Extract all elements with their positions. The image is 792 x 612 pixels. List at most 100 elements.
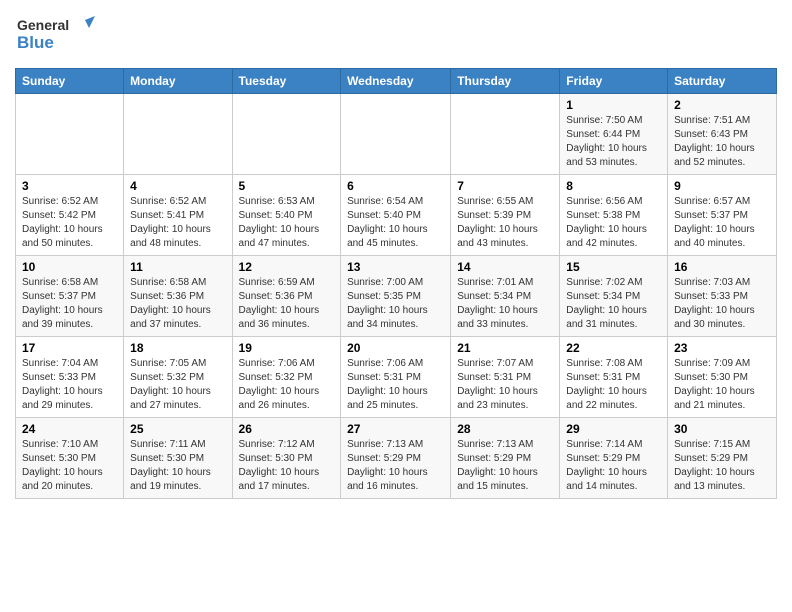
day-info: Sunrise: 7:01 AM Sunset: 5:34 PM Dayligh… — [457, 276, 553, 332]
day-number: 29 — [566, 422, 661, 436]
day-info: Sunrise: 6:55 AM Sunset: 5:39 PM Dayligh… — [457, 195, 553, 251]
calendar-cell: 17 Sunrise: 7:04 AM Sunset: 5:33 PM Dayli… — [16, 337, 124, 418]
calendar-cell: 7 Sunrise: 6:55 AM Sunset: 5:39 PM Daylig… — [451, 175, 560, 256]
logo-svg: General Blue — [15, 10, 95, 60]
day-number: 8 — [566, 179, 661, 193]
day-info: Sunrise: 7:12 AM Sunset: 5:30 PM Dayligh… — [239, 438, 335, 494]
day-number: 25 — [130, 422, 225, 436]
day-info: Sunrise: 6:52 AM Sunset: 5:41 PM Dayligh… — [130, 195, 225, 251]
calendar-cell: 14 Sunrise: 7:01 AM Sunset: 5:34 PM Dayli… — [451, 256, 560, 337]
calendar-cell: 25Sunrise: 7:11 AM Sunset: 5:30 PM Dayli… — [124, 418, 232, 499]
calendar-cell: 8 Sunrise: 6:56 AM Sunset: 5:38 PM Daylig… — [560, 175, 668, 256]
day-number: 20 — [347, 341, 444, 355]
day-info: Sunrise: 6:58 AM Sunset: 5:36 PM Dayligh… — [130, 276, 225, 332]
weekday-header: Thursday — [451, 69, 560, 94]
day-info: Sunrise: 7:02 AM Sunset: 5:34 PM Dayligh… — [566, 276, 661, 332]
day-number: 3 — [22, 179, 117, 193]
calendar-cell: 4 Sunrise: 6:52 AM Sunset: 5:41 PM Daylig… — [124, 175, 232, 256]
calendar-cell: 20Sunrise: 7:06 AM Sunset: 5:31 PM Dayli… — [341, 337, 451, 418]
day-number: 14 — [457, 260, 553, 274]
day-number: 17 — [22, 341, 117, 355]
day-info: Sunrise: 7:06 AM Sunset: 5:32 PM Dayligh… — [239, 357, 335, 413]
calendar-cell — [232, 94, 341, 175]
header: General Blue — [15, 10, 777, 60]
day-info: Sunrise: 7:13 AM Sunset: 5:29 PM Dayligh… — [347, 438, 444, 494]
calendar-week-row: 10 Sunrise: 6:58 AM Sunset: 5:37 PM Dayli… — [16, 256, 777, 337]
day-number: 11 — [130, 260, 225, 274]
day-info: Sunrise: 7:05 AM Sunset: 5:32 PM Dayligh… — [130, 357, 225, 413]
day-number: 18 — [130, 341, 225, 355]
calendar-cell: 26 Sunrise: 7:12 AM Sunset: 5:30 PM Dayli… — [232, 418, 341, 499]
day-number: 1 — [566, 98, 661, 112]
day-info: Sunrise: 7:00 AM Sunset: 5:35 PM Dayligh… — [347, 276, 444, 332]
day-info: Sunrise: 7:50 AM Sunset: 6:44 PM Dayligh… — [566, 114, 661, 170]
day-info: Sunrise: 6:56 AM Sunset: 5:38 PM Dayligh… — [566, 195, 661, 251]
svg-text:General: General — [17, 17, 69, 33]
day-info: Sunrise: 7:03 AM Sunset: 5:33 PM Dayligh… — [674, 276, 770, 332]
day-info: Sunrise: 6:54 AM Sunset: 5:40 PM Dayligh… — [347, 195, 444, 251]
calendar-cell: 12Sunrise: 6:59 AM Sunset: 5:36 PM Dayli… — [232, 256, 341, 337]
day-number: 30 — [674, 422, 770, 436]
calendar-cell: 11 Sunrise: 6:58 AM Sunset: 5:36 PM Dayli… — [124, 256, 232, 337]
calendar-cell: 30 Sunrise: 7:15 AM Sunset: 5:29 PM Dayli… — [668, 418, 777, 499]
day-info: Sunrise: 6:58 AM Sunset: 5:37 PM Dayligh… — [22, 276, 117, 332]
calendar-cell: 13 Sunrise: 7:00 AM Sunset: 5:35 PM Dayli… — [341, 256, 451, 337]
day-number: 7 — [457, 179, 553, 193]
day-number: 26 — [239, 422, 335, 436]
day-number: 19 — [239, 341, 335, 355]
day-number: 27 — [347, 422, 444, 436]
day-number: 23 — [674, 341, 770, 355]
day-info: Sunrise: 6:52 AM Sunset: 5:42 PM Dayligh… — [22, 195, 117, 251]
calendar-week-row: 3 Sunrise: 6:52 AM Sunset: 5:42 PM Daylig… — [16, 175, 777, 256]
day-number: 21 — [457, 341, 553, 355]
day-number: 13 — [347, 260, 444, 274]
day-info: Sunrise: 6:53 AM Sunset: 5:40 PM Dayligh… — [239, 195, 335, 251]
calendar-table: SundayMondayTuesdayWednesdayThursdayFrid… — [15, 68, 777, 499]
weekday-header: Friday — [560, 69, 668, 94]
calendar-cell: 21 Sunrise: 7:07 AM Sunset: 5:31 PM Dayli… — [451, 337, 560, 418]
day-info: Sunrise: 7:04 AM Sunset: 5:33 PM Dayligh… — [22, 357, 117, 413]
calendar-week-row: 24Sunrise: 7:10 AM Sunset: 5:30 PM Dayli… — [16, 418, 777, 499]
header-row: SundayMondayTuesdayWednesdayThursdayFrid… — [16, 69, 777, 94]
day-info: Sunrise: 7:51 AM Sunset: 6:43 PM Dayligh… — [674, 114, 770, 170]
calendar-cell — [124, 94, 232, 175]
day-info: Sunrise: 7:15 AM Sunset: 5:29 PM Dayligh… — [674, 438, 770, 494]
page-container: General Blue SundayMondayTuesdayWednesda… — [0, 0, 792, 509]
calendar-cell: 1 Sunrise: 7:50 AM Sunset: 6:44 PM Daylig… — [560, 94, 668, 175]
day-info: Sunrise: 7:14 AM Sunset: 5:29 PM Dayligh… — [566, 438, 661, 494]
day-number: 24 — [22, 422, 117, 436]
day-number: 5 — [239, 179, 335, 193]
calendar-cell: 29 Sunrise: 7:14 AM Sunset: 5:29 PM Dayli… — [560, 418, 668, 499]
logo: General Blue — [15, 10, 95, 60]
calendar-cell: 5 Sunrise: 6:53 AM Sunset: 5:40 PM Daylig… — [232, 175, 341, 256]
day-info: Sunrise: 6:59 AM Sunset: 5:36 PM Dayligh… — [239, 276, 335, 332]
day-number: 9 — [674, 179, 770, 193]
day-info: Sunrise: 7:09 AM Sunset: 5:30 PM Dayligh… — [674, 357, 770, 413]
day-number: 28 — [457, 422, 553, 436]
calendar-cell: 28Sunrise: 7:13 AM Sunset: 5:29 PM Dayli… — [451, 418, 560, 499]
day-number: 2 — [674, 98, 770, 112]
calendar-cell: 24Sunrise: 7:10 AM Sunset: 5:30 PM Dayli… — [16, 418, 124, 499]
calendar-cell: 27 Sunrise: 7:13 AM Sunset: 5:29 PM Dayli… — [341, 418, 451, 499]
calendar-cell: 3 Sunrise: 6:52 AM Sunset: 5:42 PM Daylig… — [16, 175, 124, 256]
calendar-cell: 22Sunrise: 7:08 AM Sunset: 5:31 PM Dayli… — [560, 337, 668, 418]
calendar-week-row: 17 Sunrise: 7:04 AM Sunset: 5:33 PM Dayli… — [16, 337, 777, 418]
weekday-header: Wednesday — [341, 69, 451, 94]
calendar-cell — [16, 94, 124, 175]
weekday-header: Tuesday — [232, 69, 341, 94]
calendar-cell: 9Sunrise: 6:57 AM Sunset: 5:37 PM Daylig… — [668, 175, 777, 256]
day-number: 6 — [347, 179, 444, 193]
calendar-cell: 2 Sunrise: 7:51 AM Sunset: 6:43 PM Daylig… — [668, 94, 777, 175]
day-number: 15 — [566, 260, 661, 274]
day-info: Sunrise: 7:07 AM Sunset: 5:31 PM Dayligh… — [457, 357, 553, 413]
calendar-cell: 18 Sunrise: 7:05 AM Sunset: 5:32 PM Dayli… — [124, 337, 232, 418]
calendar-cell: 19 Sunrise: 7:06 AM Sunset: 5:32 PM Dayli… — [232, 337, 341, 418]
calendar-cell: 16 Sunrise: 7:03 AM Sunset: 5:33 PM Dayli… — [668, 256, 777, 337]
weekday-header: Saturday — [668, 69, 777, 94]
calendar-cell — [341, 94, 451, 175]
calendar-cell: 10 Sunrise: 6:58 AM Sunset: 5:37 PM Dayli… — [16, 256, 124, 337]
day-number: 10 — [22, 260, 117, 274]
calendar-week-row: 1 Sunrise: 7:50 AM Sunset: 6:44 PM Daylig… — [16, 94, 777, 175]
day-number: 16 — [674, 260, 770, 274]
day-number: 4 — [130, 179, 225, 193]
